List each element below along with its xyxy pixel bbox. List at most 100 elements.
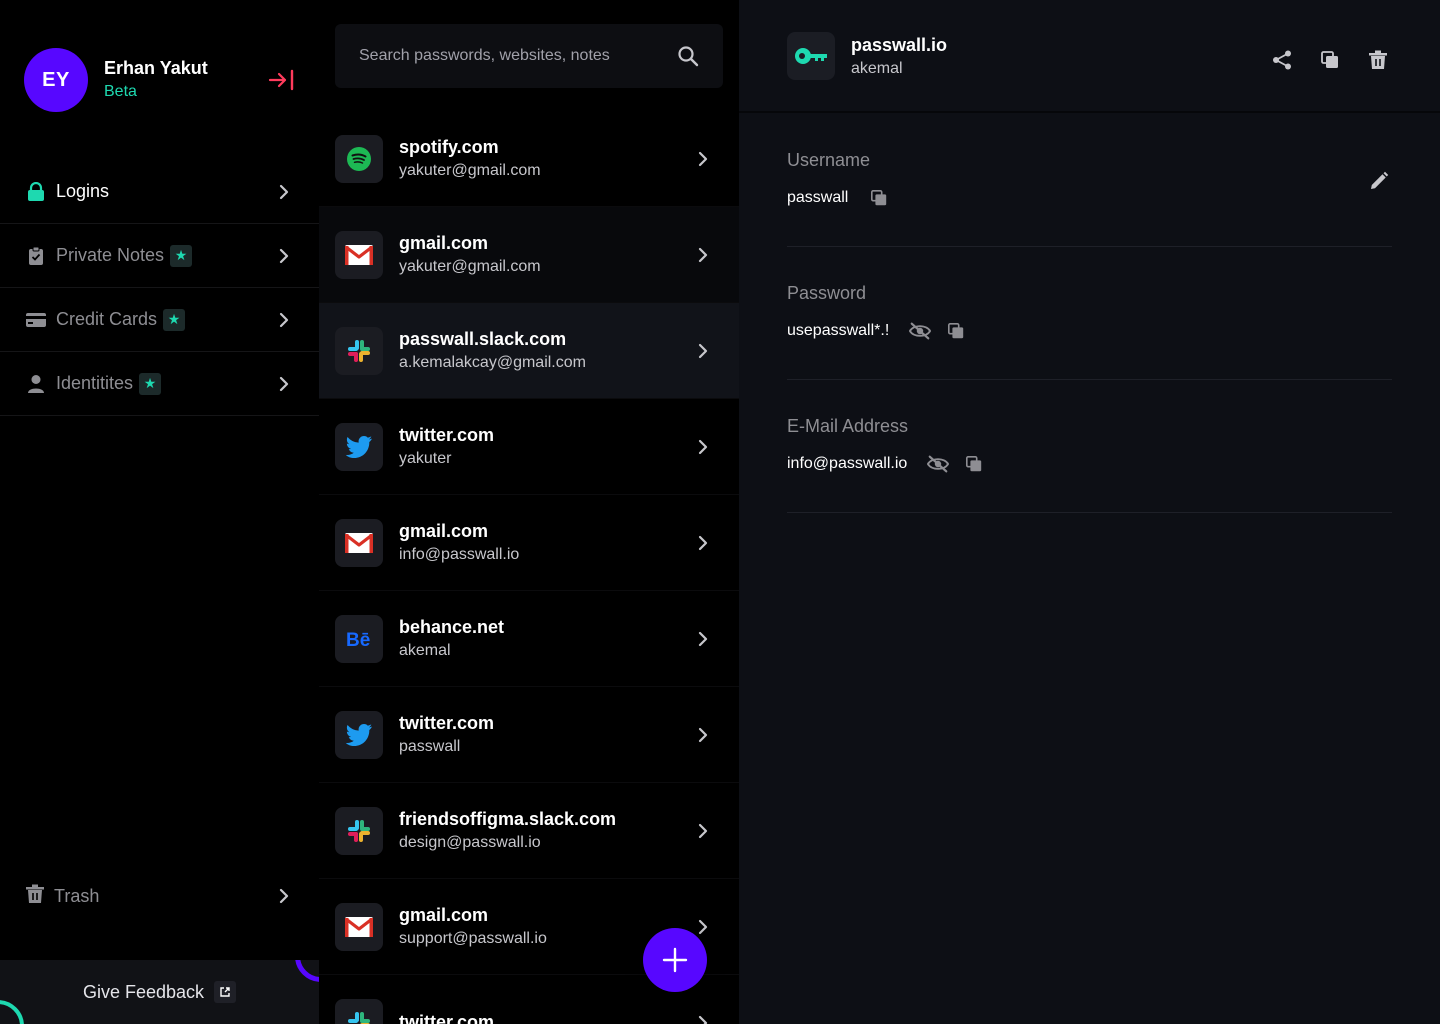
item-subtitle: yakuter@gmail.com: [399, 161, 541, 179]
trash-icon: [26, 884, 44, 909]
user-profile: EY Erhan Yakut Beta: [24, 48, 296, 112]
twitter-logo: [335, 710, 383, 759]
sidebar-item-private-notes[interactable]: Private Notes ★: [0, 224, 319, 288]
item-title: twitter.com: [399, 424, 495, 445]
chevron-right-icon: [698, 919, 708, 935]
sidebar-item-label: Identitites: [56, 373, 134, 393]
credit-card-icon: [26, 310, 46, 330]
list-item[interactable]: passwall.slack.com a.kemalakcay@gmail.co…: [319, 303, 739, 399]
detail-subtitle: akemal: [851, 60, 903, 77]
chevron-right-icon: [698, 1015, 708, 1024]
list-item[interactable]: twitter.com passwall: [319, 687, 739, 783]
twitter-logo: [335, 422, 383, 471]
chevron-right-icon: [698, 343, 708, 359]
search-input[interactable]: [359, 47, 677, 65]
chevron-right-icon: [279, 248, 289, 264]
item-title: gmail.com: [399, 904, 489, 925]
list-item[interactable]: Bē behance.net akemal: [319, 591, 739, 687]
trash-label: Trash: [54, 885, 100, 906]
field-label: Username: [787, 150, 871, 170]
lock-icon: [26, 181, 46, 202]
item-subtitle: passwall: [399, 737, 461, 755]
chevron-right-icon: [698, 535, 708, 551]
slack-logo: [335, 998, 383, 1024]
person-icon: [26, 374, 46, 394]
item-subtitle: design@passwall.io: [399, 833, 541, 851]
field-label: Password: [787, 283, 867, 303]
list-item[interactable]: spotify.com yakuter@gmail.com: [319, 111, 739, 207]
copy-icon[interactable]: [1318, 48, 1342, 72]
item-title: friendsoffigma.slack.com: [399, 808, 617, 829]
plus-icon: [662, 947, 688, 973]
chevron-right-icon: [698, 151, 708, 167]
gmail-logo: [335, 230, 383, 279]
chevron-right-icon: [279, 184, 289, 200]
eye-off-icon[interactable]: [909, 320, 932, 342]
star-icon: ★: [139, 372, 162, 395]
logout-icon[interactable]: [268, 68, 296, 92]
copy-icon[interactable]: [945, 320, 967, 342]
list-item[interactable]: gmail.com yakuter@gmail.com: [319, 207, 739, 303]
gmail-logo: [335, 518, 383, 567]
login-detail-panel: passwall.io akemal Username passwall Pas…: [739, 0, 1440, 1024]
item-subtitle: info@passwall.io: [399, 545, 520, 563]
chevron-right-icon: [279, 312, 289, 328]
user-name: Erhan Yakut: [104, 58, 208, 78]
spotify-logo: [335, 134, 383, 183]
field-value[interactable]: passwall: [787, 189, 848, 207]
item-subtitle: yakuter: [399, 449, 452, 467]
field-value[interactable]: info@passwall.io: [787, 455, 907, 473]
sidebar-item-trash[interactable]: Trash: [0, 864, 319, 928]
avatar[interactable]: EY: [24, 48, 88, 112]
chevron-right-icon: [698, 823, 708, 839]
detail-header: passwall.io akemal: [739, 0, 1440, 113]
detail-actions: [1270, 48, 1390, 72]
item-subtitle: support@passwall.io: [399, 929, 547, 947]
list-item[interactable]: friendsoffigma.slack.com design@passwall…: [319, 783, 739, 879]
chevron-right-icon: [698, 439, 708, 455]
external-link-icon: [214, 981, 237, 1003]
gmail-logo: [335, 902, 383, 951]
behance-logo: Bē: [335, 614, 383, 663]
chevron-right-icon: [279, 376, 289, 392]
item-title: passwall.slack.com: [399, 328, 567, 349]
copy-icon[interactable]: [963, 453, 985, 475]
search-bar: [335, 24, 723, 88]
copy-icon[interactable]: [868, 187, 890, 209]
svg-text:Bē: Bē: [346, 630, 370, 649]
give-feedback-button[interactable]: Give Feedback: [0, 960, 319, 1024]
sidebar-item-label: Logins: [56, 181, 110, 201]
chevron-right-icon: [279, 888, 289, 904]
password-field: Password usepasswall*.!: [787, 247, 1392, 380]
share-icon[interactable]: [1270, 48, 1294, 72]
star-icon: ★: [170, 244, 193, 267]
sidebar: EY Erhan Yakut Beta Logins Private Notes…: [0, 0, 319, 1024]
beta-badge: Beta: [104, 83, 137, 100]
item-title: gmail.com: [399, 232, 489, 253]
item-subtitle: yakuter@gmail.com: [399, 257, 541, 275]
item-subtitle: akemal: [399, 641, 451, 659]
sidebar-item-identities[interactable]: Identitites ★: [0, 352, 319, 416]
search-icon[interactable]: [677, 45, 699, 67]
clipboard-icon: [26, 246, 46, 266]
feedback-label: Give Feedback: [82, 981, 205, 1002]
decorative-ring: [295, 960, 319, 982]
field-label: E-Mail Address: [787, 416, 909, 436]
slack-logo: [335, 326, 383, 375]
eye-off-icon[interactable]: [927, 453, 950, 475]
username-field: Username passwall: [787, 114, 1392, 247]
email-field: E-Mail Address info@passwall.io: [787, 380, 1392, 513]
item-title: twitter.com: [399, 1011, 495, 1024]
slack-logo: [335, 806, 383, 855]
logins-list: spotify.com yakuter@gmail.com gmail.com …: [319, 111, 739, 1024]
field-value[interactable]: usepasswall*.!: [787, 322, 889, 340]
sidebar-item-credit-cards[interactable]: Credit Cards ★: [0, 288, 319, 352]
sidebar-item-logins[interactable]: Logins: [0, 160, 319, 224]
item-title: twitter.com: [399, 712, 495, 733]
star-icon: ★: [163, 308, 186, 331]
list-item[interactable]: gmail.com info@passwall.io: [319, 495, 739, 591]
edit-icon[interactable]: [1368, 170, 1390, 192]
add-login-button[interactable]: [643, 928, 707, 992]
list-item[interactable]: twitter.com yakuter: [319, 399, 739, 495]
trash-icon[interactable]: [1366, 48, 1390, 72]
